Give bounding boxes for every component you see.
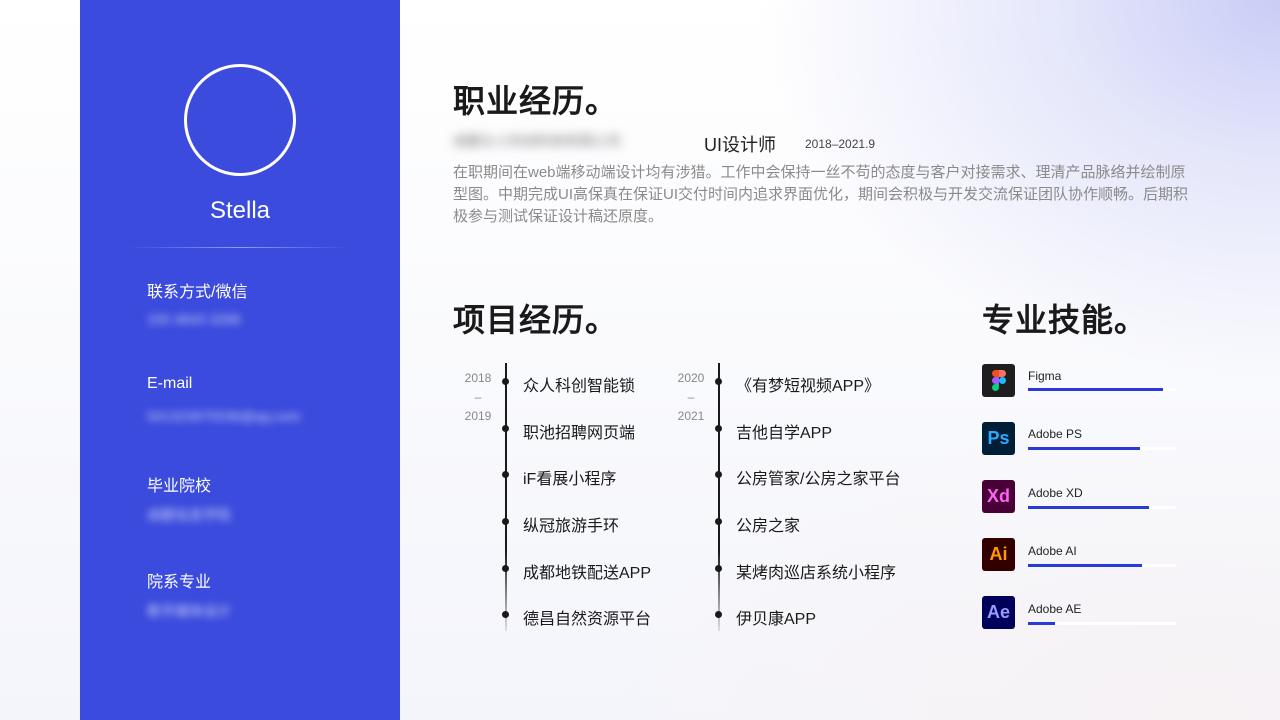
timeline-dot bbox=[715, 518, 722, 525]
project-item: 德昌自然资源平台 bbox=[523, 611, 652, 628]
project-item: 公房管家/公房之家平台 bbox=[736, 471, 901, 488]
timeline-dot bbox=[502, 611, 509, 618]
skill-bar-fill bbox=[1028, 388, 1163, 391]
avatar bbox=[184, 64, 296, 176]
work-heading: 职业经历。 bbox=[453, 83, 619, 119]
profile-name: Stella bbox=[209, 197, 271, 224]
skill-name: Adobe XD bbox=[1028, 486, 1083, 500]
job-role: UI设计师 bbox=[704, 135, 776, 155]
project-item: 公房之家 bbox=[736, 518, 801, 535]
job-description: 在职期间在web端移动端设计均有涉猎。工作中会保持一丝不苟的态度与客户对接需求、… bbox=[453, 164, 1189, 225]
project-item: 吉他自学APP bbox=[736, 425, 833, 442]
skill-bar bbox=[1028, 388, 1176, 391]
timeline-year-start: 2020 bbox=[677, 371, 705, 385]
divider bbox=[128, 247, 352, 248]
timeline-dot bbox=[715, 471, 722, 478]
contact-label: 联系方式/微信 bbox=[147, 284, 248, 301]
photoshop-icon: Ps bbox=[982, 422, 1015, 455]
timeline-dot bbox=[502, 378, 509, 385]
project-item: 某烤肉巡店系统小程序 bbox=[736, 565, 897, 582]
timeline-dot bbox=[715, 565, 722, 572]
timeline-dot bbox=[502, 565, 509, 572]
skill-bar-fill bbox=[1028, 564, 1142, 567]
contact-value: 150 4643 3268 bbox=[147, 311, 241, 327]
major-value: 数字媒体设计 bbox=[147, 603, 231, 619]
timeline-year-separator: – bbox=[474, 390, 482, 404]
timeline-year-end: 2021 bbox=[677, 409, 705, 423]
skill-bar bbox=[1028, 506, 1176, 509]
email-value: 541323975536@qq.com bbox=[147, 408, 301, 424]
timeline-line bbox=[718, 363, 720, 631]
timeline-dot bbox=[502, 518, 509, 525]
skill-bar-fill bbox=[1028, 622, 1055, 625]
timeline-year-end: 2019 bbox=[464, 409, 492, 423]
skill-bar bbox=[1028, 447, 1176, 450]
xd-icon: Xd bbox=[982, 480, 1015, 513]
job-period: 2018–2021.9 bbox=[805, 137, 876, 151]
skill-name: Figma bbox=[1028, 369, 1062, 383]
timeline-dot bbox=[715, 611, 722, 618]
skill-name: Adobe AI bbox=[1028, 544, 1077, 558]
project-item: 纵冠旅游手环 bbox=[523, 518, 620, 535]
project-item: 成都地铁配送APP bbox=[523, 565, 652, 582]
illustrator-icon: Ai bbox=[982, 538, 1015, 571]
skill-bar bbox=[1028, 564, 1176, 567]
skills-heading: 专业技能。 bbox=[982, 302, 1148, 338]
email-label: E-mail bbox=[147, 375, 193, 392]
timeline-dot bbox=[715, 378, 722, 385]
figma-icon bbox=[982, 364, 1015, 397]
timeline-year-separator: – bbox=[687, 390, 695, 404]
profile-sidebar: Stella 联系方式/微信 150 4643 3268 E-mail 5413… bbox=[80, 0, 400, 720]
project-item: 众人科创智能锁 bbox=[523, 378, 636, 395]
major-label: 院系专业 bbox=[147, 574, 212, 591]
skill-bar-fill bbox=[1028, 447, 1141, 450]
skill-bar-fill bbox=[1028, 506, 1150, 509]
skill-name: Adobe AE bbox=[1028, 602, 1082, 616]
projects-heading: 项目经历。 bbox=[453, 302, 619, 338]
skill-name: Adobe PS bbox=[1028, 427, 1083, 441]
timeline-dot bbox=[502, 425, 509, 432]
project-item: iF看展小程序 bbox=[523, 471, 617, 488]
skill-bar bbox=[1028, 622, 1176, 625]
school-label: 毕业院校 bbox=[147, 478, 212, 495]
project-item: 职池招聘网页端 bbox=[523, 425, 636, 442]
timeline-dot bbox=[502, 471, 509, 478]
company-name: 成都众人科创科技有限公司 bbox=[453, 133, 621, 149]
timeline-line bbox=[505, 363, 507, 631]
project-item: 《有梦短视频APP》 bbox=[736, 378, 881, 395]
project-item: 伊贝康APP bbox=[736, 611, 817, 628]
after-effects-icon: Ae bbox=[982, 596, 1015, 629]
timeline-year-start: 2018 bbox=[464, 371, 492, 385]
timeline-dot bbox=[715, 425, 722, 432]
school-value: 成都信息学院 bbox=[147, 507, 231, 523]
